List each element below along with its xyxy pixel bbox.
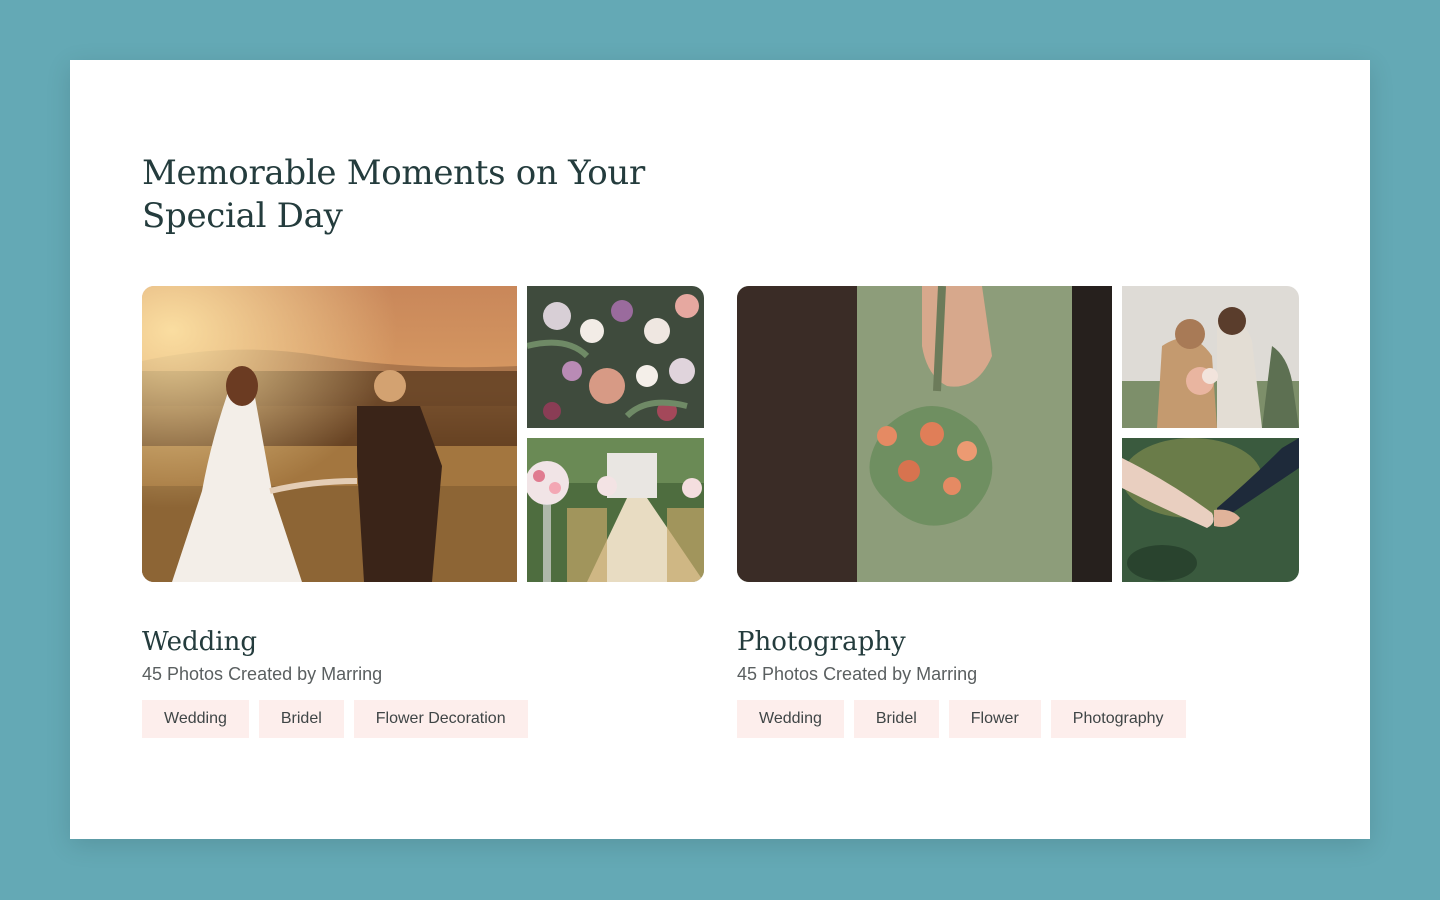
bridal-bouquet-photo[interactable]	[527, 286, 704, 428]
hands-touching-photo[interactable]	[1122, 438, 1299, 582]
couple-walking-sunset-photo[interactable]	[142, 286, 517, 582]
album-photography[interactable]: Photography 45 Photos Created by Marring…	[737, 286, 1299, 738]
album-title[interactable]: Photography	[737, 626, 1299, 658]
album-tags: Wedding Bridel Flower Photography	[737, 700, 1299, 738]
ceremony-aisle-photo[interactable]	[527, 438, 704, 582]
album-wedding[interactable]: Wedding 45 Photos Created by Marring Wed…	[142, 286, 704, 738]
tag-wedding[interactable]: Wedding	[737, 700, 844, 738]
tag-photography[interactable]: Photography	[1050, 700, 1186, 738]
tag-wedding[interactable]: Wedding	[142, 700, 249, 738]
holding-hands-bouquet-photo[interactable]	[737, 286, 1112, 582]
album-title[interactable]: Wedding	[142, 626, 704, 658]
section-title: Memorable Moments on Your Special Day	[142, 153, 645, 236]
tag-bridel[interactable]: Bridel	[258, 700, 344, 738]
album-gallery[interactable]	[142, 286, 704, 582]
album-photo-count: 45 Photos Created by Marring	[737, 664, 978, 684]
album-gallery[interactable]	[737, 286, 1299, 582]
tag-flower-decoration[interactable]: Flower Decoration	[353, 700, 528, 738]
couple-embrace-photo[interactable]	[1122, 286, 1299, 428]
tag-bridel[interactable]: Bridel	[853, 700, 939, 738]
gallery-card: Memorable Moments on Your Special Day We…	[70, 60, 1370, 839]
album-tags: Wedding Bridel Flower Decoration	[142, 700, 704, 738]
album-photo-count: 45 Photos Created by Marring	[142, 664, 383, 684]
tag-flower[interactable]: Flower	[948, 700, 1041, 738]
